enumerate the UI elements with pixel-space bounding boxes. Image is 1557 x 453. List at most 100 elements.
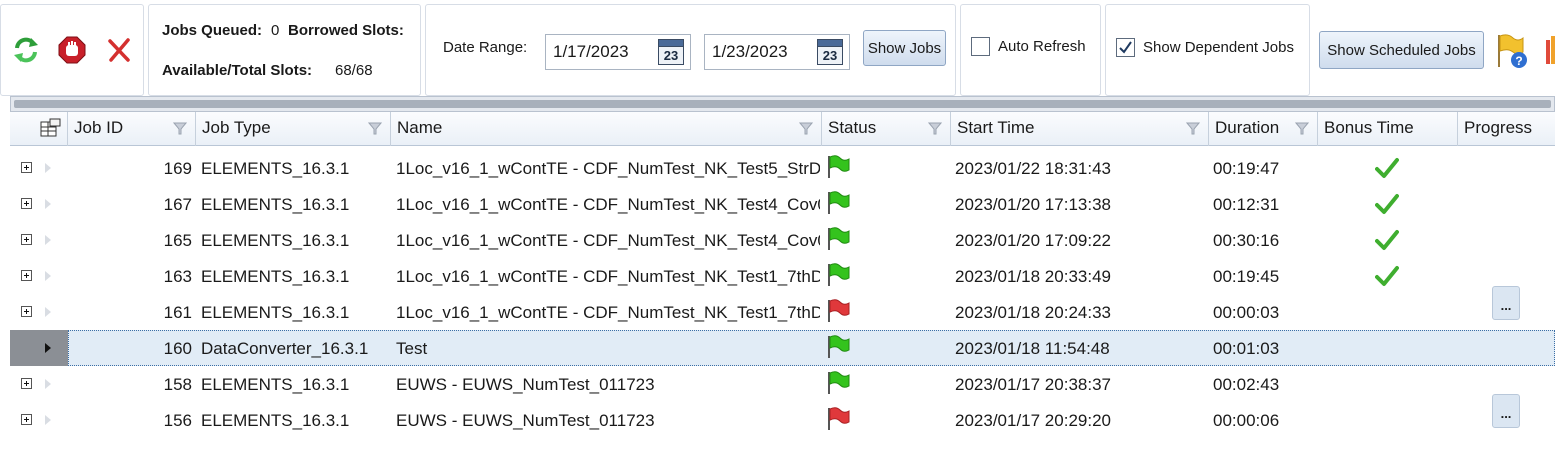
show-dependent-label[interactable]: Show Dependent Jobs: [1143, 39, 1294, 56]
filter-icon[interactable]: [368, 121, 382, 135]
table-row[interactable]: 167 ELEMENTS_16.3.1 1Loc_v16_1_wContTE - C…: [10, 186, 1555, 222]
progress-details-button[interactable]: ...: [1492, 394, 1520, 428]
refresh-icon[interactable]: [11, 35, 41, 65]
job-id-cell: 161: [163, 303, 192, 322]
status-flag-icon: [825, 262, 851, 288]
borrowed-slots-label: Borrowed Slots:: [288, 22, 404, 39]
start-time-cell: 2023/01/22 18:31:43: [955, 159, 1111, 178]
job-type-cell: ELEMENTS_16.3.1: [201, 159, 350, 178]
stop-icon[interactable]: [57, 35, 87, 65]
start-time-cell: 2023/01/18 20:33:49: [955, 267, 1111, 286]
status-flag-icon: [825, 298, 851, 324]
name-cell: EUWS - EUWS_NumTest_011723: [396, 375, 655, 394]
cancel-icon[interactable]: [104, 35, 134, 65]
column-header-job-type[interactable]: Job Type: [196, 112, 391, 146]
jobs-grid: Job ID Job Type Name Status Start Time D…: [10, 96, 1557, 453]
column-header-duration[interactable]: Duration: [1209, 112, 1318, 146]
duration-cell: 00:02:43: [1213, 375, 1280, 394]
filter-icon[interactable]: [1295, 121, 1309, 135]
job-id-cell: 165: [163, 231, 192, 250]
start-time-cell: 2023/01/20 17:13:38: [955, 195, 1111, 214]
expand-icon[interactable]: [21, 306, 32, 317]
start-time-cell: 2023/01/20 17:09:22: [955, 231, 1111, 250]
status-flag-icon: [825, 370, 851, 396]
job-type-cell: ELEMENTS_16.3.1: [201, 303, 350, 322]
jobs-queued-value: 0: [271, 22, 280, 39]
row-indicator-icon: [45, 343, 51, 353]
show-jobs-button[interactable]: Show Jobs: [863, 30, 946, 66]
job-id-cell: 160: [163, 339, 192, 358]
job-id-cell: 163: [163, 267, 192, 286]
job-id-cell: 167: [163, 195, 192, 214]
progress-details-button[interactable]: ...: [1492, 286, 1520, 320]
expand-icon[interactable]: [21, 162, 32, 173]
available-slots-label: Available/Total Slots:: [162, 62, 313, 79]
scrollbar-thumb[interactable]: [14, 100, 1551, 108]
column-header-start-time[interactable]: Start Time: [951, 112, 1209, 146]
row-indicator-icon: [45, 415, 51, 425]
start-time-cell: 2023/01/17 20:38:37: [955, 375, 1111, 394]
row-indicator-icon: [45, 163, 51, 173]
table-row[interactable]: 161 ELEMENTS_16.3.1 1Loc_v16_1_wContTE - C…: [10, 286, 1555, 330]
show-scheduled-jobs-button[interactable]: Show Scheduled Jobs: [1319, 31, 1484, 69]
table-row[interactable]: 169 ELEMENTS_16.3.1 1Loc_v16_1_wContTE - C…: [10, 150, 1555, 186]
table-row[interactable]: 160 DataConverter_16.3.1 Test 2023/01/18 11…: [10, 330, 1555, 366]
calendar-icon[interactable]: 23: [658, 39, 684, 65]
column-header-status[interactable]: Status: [822, 112, 951, 146]
horizontal-scrollbar[interactable]: [10, 96, 1555, 112]
table-row[interactable]: 158 ELEMENTS_16.3.1 EUWS - EUWS_NumTest_01…: [10, 366, 1555, 402]
filter-icon[interactable]: [173, 121, 187, 135]
table-row[interactable]: 163 ELEMENTS_16.3.1 1Loc_v16_1_wContTE - C…: [10, 258, 1555, 294]
row-indicator-icon: [45, 379, 51, 389]
date-range-label: Date Range:: [443, 39, 528, 56]
job-type-cell: DataConverter_16.3.1: [201, 339, 369, 358]
column-chooser-icon[interactable]: [40, 118, 62, 138]
column-header-progress[interactable]: Progress: [1458, 112, 1555, 146]
expand-icon[interactable]: [21, 414, 32, 425]
status-flag-icon: [825, 190, 851, 216]
status-flag-icon: [825, 154, 851, 180]
column-chooser-cell[interactable]: [10, 112, 68, 146]
dependent-jobs-panel: Show Dependent Jobs: [1105, 4, 1310, 96]
job-type-cell: ELEMENTS_16.3.1: [201, 267, 350, 286]
expand-icon[interactable]: [21, 198, 32, 209]
date-from-field[interactable]: 1/17/2023 23: [545, 34, 691, 70]
duration-cell: 00:19:45: [1213, 267, 1280, 286]
job-type-cell: ELEMENTS_16.3.1: [201, 231, 350, 250]
job-id-cell: 158: [163, 375, 192, 394]
grid-header: Job ID Job Type Name Status Start Time D…: [10, 112, 1555, 146]
filter-icon[interactable]: [1186, 121, 1200, 135]
date-to-value: 1/23/2023: [712, 42, 788, 61]
show-dependent-checkbox[interactable]: [1116, 38, 1135, 57]
checkmark-icon: [1375, 193, 1399, 215]
status-flag-icon: [825, 334, 851, 360]
column-header-job-id[interactable]: Job ID: [68, 112, 196, 146]
name-cell: 1Loc_v16_1_wContTE - CDF_NumTest_NK_Test…: [396, 159, 820, 178]
column-header-bonus-time[interactable]: Bonus Time: [1318, 112, 1458, 146]
filter-icon[interactable]: [928, 121, 942, 135]
date-from-value: 1/17/2023: [553, 42, 629, 61]
checkmark-icon: [1375, 265, 1399, 287]
auto-refresh-checkbox[interactable]: [971, 37, 990, 56]
start-time-cell: 2023/01/17 20:29:20: [955, 411, 1111, 430]
auto-refresh-label[interactable]: Auto Refresh: [998, 38, 1086, 55]
status-flag-icon: [825, 406, 851, 432]
filter-icon[interactable]: [799, 121, 813, 135]
expand-icon[interactable]: [21, 234, 32, 245]
name-cell: 1Loc_v16_1_wContTE - CDF_NumTest_NK_Test…: [396, 231, 820, 250]
table-row[interactable]: 165 ELEMENTS_16.3.1 1Loc_v16_1_wContTE - C…: [10, 222, 1555, 258]
help-flag-icon[interactable]: ?: [1493, 32, 1531, 70]
job-id-cell: 169: [163, 159, 192, 178]
expand-icon[interactable]: [21, 270, 32, 281]
checkmark-icon: [1375, 229, 1399, 251]
start-time-cell: 2023/01/18 11:54:48: [955, 339, 1110, 358]
row-selector[interactable]: [10, 330, 68, 366]
expand-icon[interactable]: [21, 378, 32, 389]
column-header-name[interactable]: Name: [391, 112, 822, 146]
table-row[interactable]: 156 ELEMENTS_16.3.1 EUWS - EUWS_NumTest_01…: [10, 394, 1555, 438]
status-flag-icon: [825, 226, 851, 252]
calendar-icon[interactable]: 23: [817, 39, 843, 65]
chart-icon[interactable]: [1543, 34, 1557, 68]
available-slots-value: 68/68: [335, 62, 373, 79]
date-to-field[interactable]: 1/23/2023 23: [704, 34, 850, 70]
